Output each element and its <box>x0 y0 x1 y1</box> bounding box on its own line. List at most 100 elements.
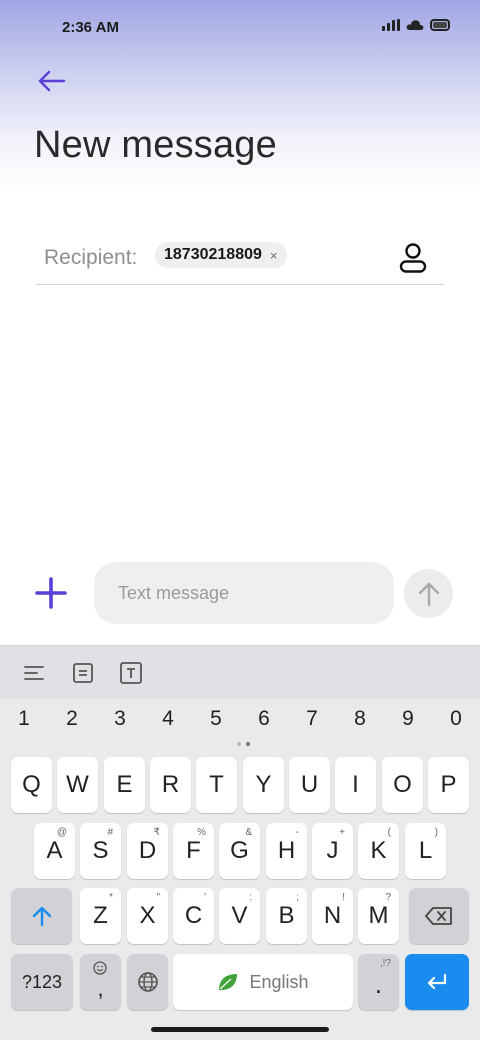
key-p[interactable]: P <box>428 757 469 813</box>
text-align-icon[interactable] <box>20 659 48 687</box>
key-u[interactable]: U <box>289 757 330 813</box>
enter-key[interactable] <box>405 954 469 1010</box>
message-input[interactable] <box>94 562 394 624</box>
key-z[interactable]: Z * <box>80 888 121 944</box>
key-8[interactable]: 8 <box>340 707 380 731</box>
key-v[interactable]: V: <box>219 888 260 944</box>
send-arrow-icon <box>418 582 439 606</box>
key-n-hint: ! <box>342 892 345 903</box>
key-m[interactable]: M? <box>358 888 399 944</box>
page-title: New message <box>34 124 277 166</box>
recipient-field[interactable]: Recipient: 18730218809 × <box>36 230 444 285</box>
contact-picker-button[interactable] <box>393 240 433 276</box>
key-v-hint: : <box>249 892 252 903</box>
keyboard-toolbar <box>0 645 480 699</box>
keyboard: 1 2 3 4 5 6 7 8 9 0 Q W E R T Y U I O P … <box>0 645 480 1040</box>
key-e[interactable]: E <box>104 757 145 813</box>
send-button[interactable] <box>404 569 453 618</box>
key-7[interactable]: 7 <box>292 707 332 731</box>
space-key[interactable]: English <box>173 954 353 1010</box>
recipient-label: Recipient: <box>44 246 138 269</box>
key-t[interactable]: T <box>196 757 237 813</box>
key-m-hint: ? <box>385 892 391 903</box>
chip-remove-icon[interactable]: × <box>270 248 278 263</box>
key-f[interactable]: F% <box>173 823 214 879</box>
key-r[interactable]: R <box>150 757 191 813</box>
emoji-icon <box>93 961 107 975</box>
key-5[interactable]: 5 <box>196 707 236 731</box>
key-h[interactable]: H- <box>266 823 307 879</box>
key-a-label: A <box>46 837 63 864</box>
status-time: 2:36 AM <box>62 19 119 36</box>
key-q[interactable]: Q <box>11 757 52 813</box>
key-1[interactable]: 1 <box>4 707 44 731</box>
key-2[interactable]: 2 <box>52 707 92 731</box>
leaf-icon <box>219 974 238 990</box>
key-l-hint: ) <box>434 827 438 838</box>
compose-bar <box>0 560 480 626</box>
key-d[interactable]: D ₹ <box>127 823 168 879</box>
key-i[interactable]: I <box>335 757 376 813</box>
key-w[interactable]: W <box>57 757 98 813</box>
enter-icon <box>427 973 447 990</box>
key-y[interactable]: Y <box>243 757 284 813</box>
key-n[interactable]: N! <box>312 888 353 944</box>
language-key[interactable] <box>127 954 168 1010</box>
key-g-hint: & <box>245 827 252 838</box>
key-l-label: L <box>418 837 433 864</box>
signal-icon <box>382 19 400 31</box>
key-4[interactable]: 4 <box>148 707 188 731</box>
key-s-label: S <box>92 837 109 864</box>
home-indicator[interactable] <box>151 1027 329 1032</box>
recipient-chip-number: 18730218809 <box>164 246 262 263</box>
shift-arrow-icon <box>32 906 51 927</box>
status-icons <box>382 19 450 31</box>
key-9[interactable]: 9 <box>388 707 428 731</box>
backspace-key[interactable] <box>409 888 469 944</box>
key-c-hint: ' <box>204 892 206 903</box>
key-f-label: F <box>186 837 201 864</box>
cloud-icon <box>406 20 424 30</box>
key-o[interactable]: O <box>382 757 423 813</box>
key-j-label: J <box>326 837 339 864</box>
key-a[interactable]: A @ <box>34 823 75 879</box>
period-key[interactable]: . ,!? <box>358 954 399 1010</box>
shift-key[interactable] <box>11 888 72 944</box>
key-g-label: G <box>230 837 249 864</box>
key-6[interactable]: 6 <box>244 707 284 731</box>
key-j-hint: + <box>339 827 345 838</box>
symbols-key[interactable]: ?123 <box>11 954 73 1010</box>
key-d-label: D <box>138 837 157 864</box>
attach-button[interactable] <box>32 574 70 612</box>
globe-icon <box>137 972 158 992</box>
backspace-icon <box>425 907 452 925</box>
key-3[interactable]: 3 <box>100 707 140 731</box>
emoji-comma-key[interactable]: , <box>80 954 121 1010</box>
key-0[interactable]: 0 <box>436 707 476 731</box>
space-key-label: English <box>249 971 309 992</box>
back-button[interactable] <box>30 62 72 100</box>
key-c[interactable]: C ' <box>173 888 214 944</box>
key-k[interactable]: K( <box>358 823 399 879</box>
recipient-chip[interactable]: 18730218809 × <box>155 242 288 268</box>
key-s-hint: # <box>107 827 113 838</box>
key-x-label: X <box>139 902 156 929</box>
key-b[interactable]: B; <box>266 888 307 944</box>
page-indicator <box>237 742 250 746</box>
key-s[interactable]: S # <box>80 823 121 879</box>
key-f-hint: % <box>197 827 206 838</box>
text-format-icon[interactable] <box>117 659 145 687</box>
back-arrow-icon <box>38 70 66 92</box>
key-a-hint: @ <box>56 827 67 838</box>
key-l[interactable]: L) <box>405 823 446 879</box>
key-x[interactable]: X " <box>127 888 168 944</box>
key-j[interactable]: J + <box>312 823 353 879</box>
key-v-label: V <box>231 902 248 929</box>
key-x-hint: " <box>156 892 160 903</box>
number-row: 1 2 3 4 5 6 7 8 9 0 <box>0 707 480 741</box>
key-g[interactable]: G & <box>219 823 260 879</box>
clipboard-icon[interactable] <box>69 659 97 687</box>
key-k-hint: ( <box>387 827 391 838</box>
period-label: . <box>374 968 383 999</box>
key-m-label: M <box>368 902 389 929</box>
